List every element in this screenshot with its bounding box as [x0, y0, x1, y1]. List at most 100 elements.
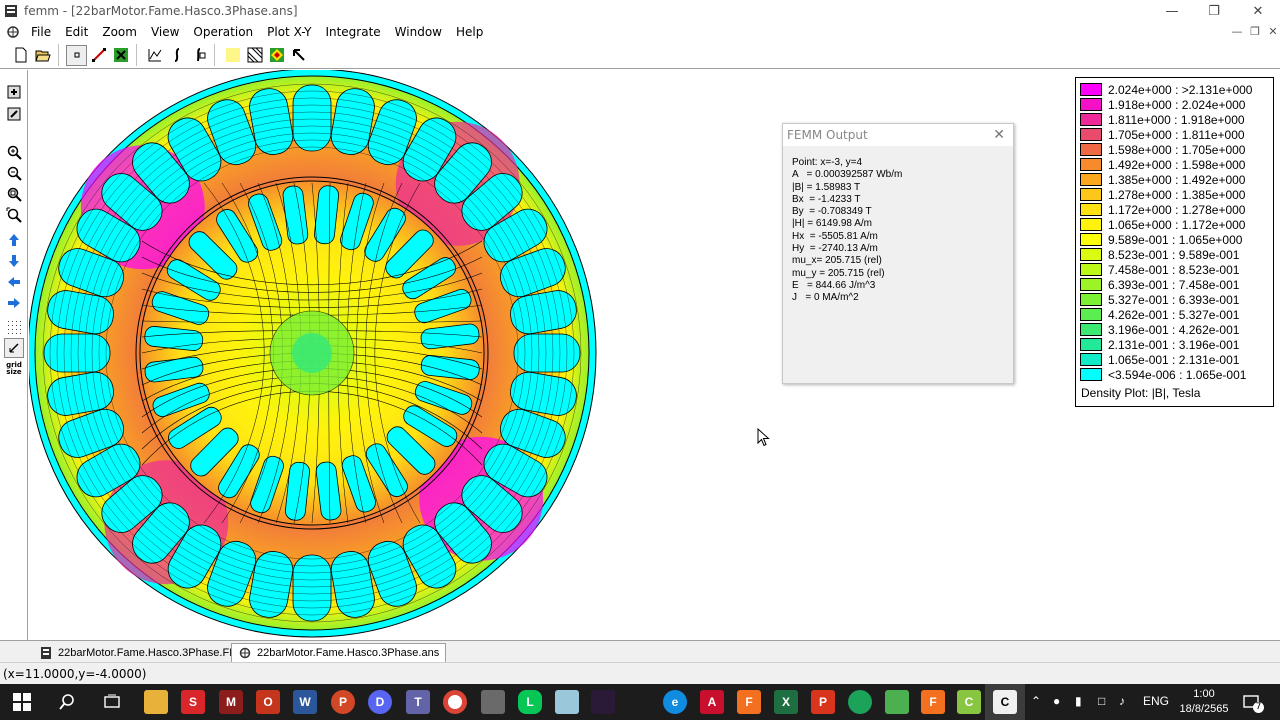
zoom-natural-icon	[7, 107, 21, 121]
autocad-icon[interactable]: A	[700, 690, 724, 714]
network-icon[interactable]: □	[1098, 694, 1105, 708]
tray-overflow-icon[interactable]: ⌃	[1031, 694, 1041, 708]
chrome-icon[interactable]	[443, 690, 467, 714]
legend-footer: Density Plot: |B|, Tesla	[1081, 386, 1201, 400]
zoom-area-button[interactable]	[4, 82, 24, 102]
pan-right-button[interactable]	[4, 293, 24, 313]
show-grid-button[interactable]	[4, 317, 24, 337]
motor-density-plot[interactable]	[29, 70, 609, 640]
show-grid-icon	[8, 321, 21, 334]
minimize-icon: —	[1165, 3, 1179, 19]
minimize-button[interactable]: —	[1149, 0, 1195, 22]
clock[interactable]: 1:00 18/8/2565	[1176, 687, 1232, 717]
camtasia-icon[interactable]: C	[957, 690, 981, 714]
matlab-icon[interactable]: M	[219, 690, 243, 714]
menu-operation[interactable]: Operation	[186, 23, 260, 41]
density-plot-button[interactable]	[222, 45, 243, 66]
smoothing-button[interactable]	[266, 45, 287, 66]
new-file-button[interactable]	[10, 45, 31, 66]
zoom-in-button[interactable]	[4, 142, 24, 162]
discord-icon[interactable]: D	[368, 690, 392, 714]
output-line: Hx = -5505.81 A/m	[792, 230, 878, 242]
language-indicator[interactable]: ENG	[1143, 694, 1169, 708]
windows-start-icon[interactable]	[13, 693, 31, 711]
layers-app-icon[interactable]	[885, 690, 909, 714]
mdi-minimize-button[interactable]: —	[1228, 25, 1246, 38]
teams-icon[interactable]: T	[406, 690, 430, 714]
select-arrow-button[interactable]	[288, 45, 309, 66]
menu-view[interactable]: View	[144, 23, 186, 41]
zoom-extents-button[interactable]	[4, 205, 24, 225]
fusion-alt-icon[interactable]: F	[921, 690, 945, 714]
vector-plot-icon	[247, 47, 262, 63]
file-explorer-icon[interactable]	[144, 690, 168, 714]
fusion-icon[interactable]: F	[737, 690, 761, 714]
legend-swatch	[1080, 173, 1102, 186]
close-button[interactable]: ✕	[1235, 0, 1280, 22]
legend-swatch	[1080, 83, 1102, 96]
pdf-icon[interactable]: P	[811, 690, 835, 714]
plot-xy-button[interactable]	[144, 45, 165, 66]
output-window-titlebar[interactable]: FEMM Output	[783, 124, 1013, 146]
menu-integrate[interactable]: Integrate	[318, 23, 387, 41]
edge-icon[interactable]: e	[663, 690, 687, 714]
chrome-alt-icon[interactable]	[848, 690, 872, 714]
mdi-restore-button[interactable]: ❐	[1246, 25, 1264, 38]
clock-time: 1:00	[1193, 688, 1215, 700]
open-file-button[interactable]	[32, 45, 53, 66]
grid-size-button[interactable]: grid size	[4, 359, 24, 379]
zoom-out-button[interactable]	[4, 163, 24, 183]
snap-grid-button[interactable]	[4, 338, 24, 358]
task-view-icon[interactable]	[103, 693, 121, 711]
notes-app-icon[interactable]	[555, 690, 579, 714]
volume-icon[interactable]: ♪	[1119, 694, 1125, 708]
tab-ans-file[interactable]: 22barMotor.Fame.Hasco.3Phase.ans	[231, 643, 447, 662]
plot-xy-icon	[148, 49, 161, 62]
line-app-icon[interactable]: L	[518, 690, 542, 714]
menu-zoom[interactable]: Zoom	[95, 23, 144, 41]
battery-icon[interactable]: ▮	[1075, 694, 1082, 708]
area-mode-button[interactable]	[110, 45, 131, 66]
femm-taskbar-icon[interactable]: C	[993, 690, 1017, 714]
legend-swatch	[1080, 263, 1102, 276]
block-integral-icon	[196, 48, 205, 62]
menu-window[interactable]: Window	[388, 23, 449, 41]
document-menu-icon[interactable]	[5, 24, 21, 40]
powerpoint-icon[interactable]: P	[331, 690, 355, 714]
drawing-canvas[interactable]: FEMM Output ✕ Point: x=-3, y=4 A = 0.0003…	[29, 70, 1280, 640]
zoom-window-button[interactable]	[4, 184, 24, 204]
restore-button[interactable]: ❐	[1191, 0, 1237, 22]
zoom-natural-button[interactable]	[4, 104, 24, 124]
tab-fem-file[interactable]: 22barMotor.Fame.Hasco.3Phase.FEM	[33, 643, 252, 662]
pan-left-button[interactable]	[4, 272, 24, 292]
pan-down-button[interactable]	[4, 251, 24, 271]
legend-row: 1.811e+000 : 1.918e+000	[1080, 112, 1245, 127]
media-app-icon[interactable]	[591, 690, 615, 714]
vector-plot-button[interactable]	[244, 45, 265, 66]
block-integral-button[interactable]	[188, 45, 209, 66]
word-icon[interactable]: W	[293, 690, 317, 714]
microphone-icon[interactable]: ●	[1053, 694, 1060, 708]
calculator-icon[interactable]	[481, 690, 505, 714]
legend-label: 8.523e-001 : 9.589e-001	[1108, 247, 1240, 262]
shaft-center	[292, 333, 332, 373]
close-icon: ✕	[1252, 3, 1264, 19]
mdi-close-button[interactable]: ✕	[1264, 25, 1280, 38]
menu-help[interactable]: Help	[449, 23, 490, 41]
point-mode-button[interactable]	[66, 44, 87, 66]
windows-taskbar: S M O W P D T L e A F X P F C C ⌃ ● ▮ □ …	[0, 684, 1280, 720]
menu-edit[interactable]: Edit	[58, 23, 95, 41]
office-icon[interactable]: O	[256, 690, 280, 714]
contour-mode-icon	[91, 48, 106, 62]
solidworks-icon[interactable]: S	[181, 690, 205, 714]
legend-swatch	[1080, 113, 1102, 126]
search-icon[interactable]	[58, 693, 76, 711]
menu-file[interactable]: File	[24, 23, 58, 41]
contour-mode-button[interactable]	[88, 45, 109, 66]
pan-up-button[interactable]	[4, 230, 24, 250]
excel-icon[interactable]: X	[774, 690, 798, 714]
menu-plot-xy[interactable]: Plot X-Y	[260, 23, 318, 41]
legend-row: 1.278e+000 : 1.385e+000	[1080, 187, 1245, 202]
output-close-icon[interactable]: ✕	[993, 127, 1005, 143]
integrate-button[interactable]	[166, 45, 187, 66]
